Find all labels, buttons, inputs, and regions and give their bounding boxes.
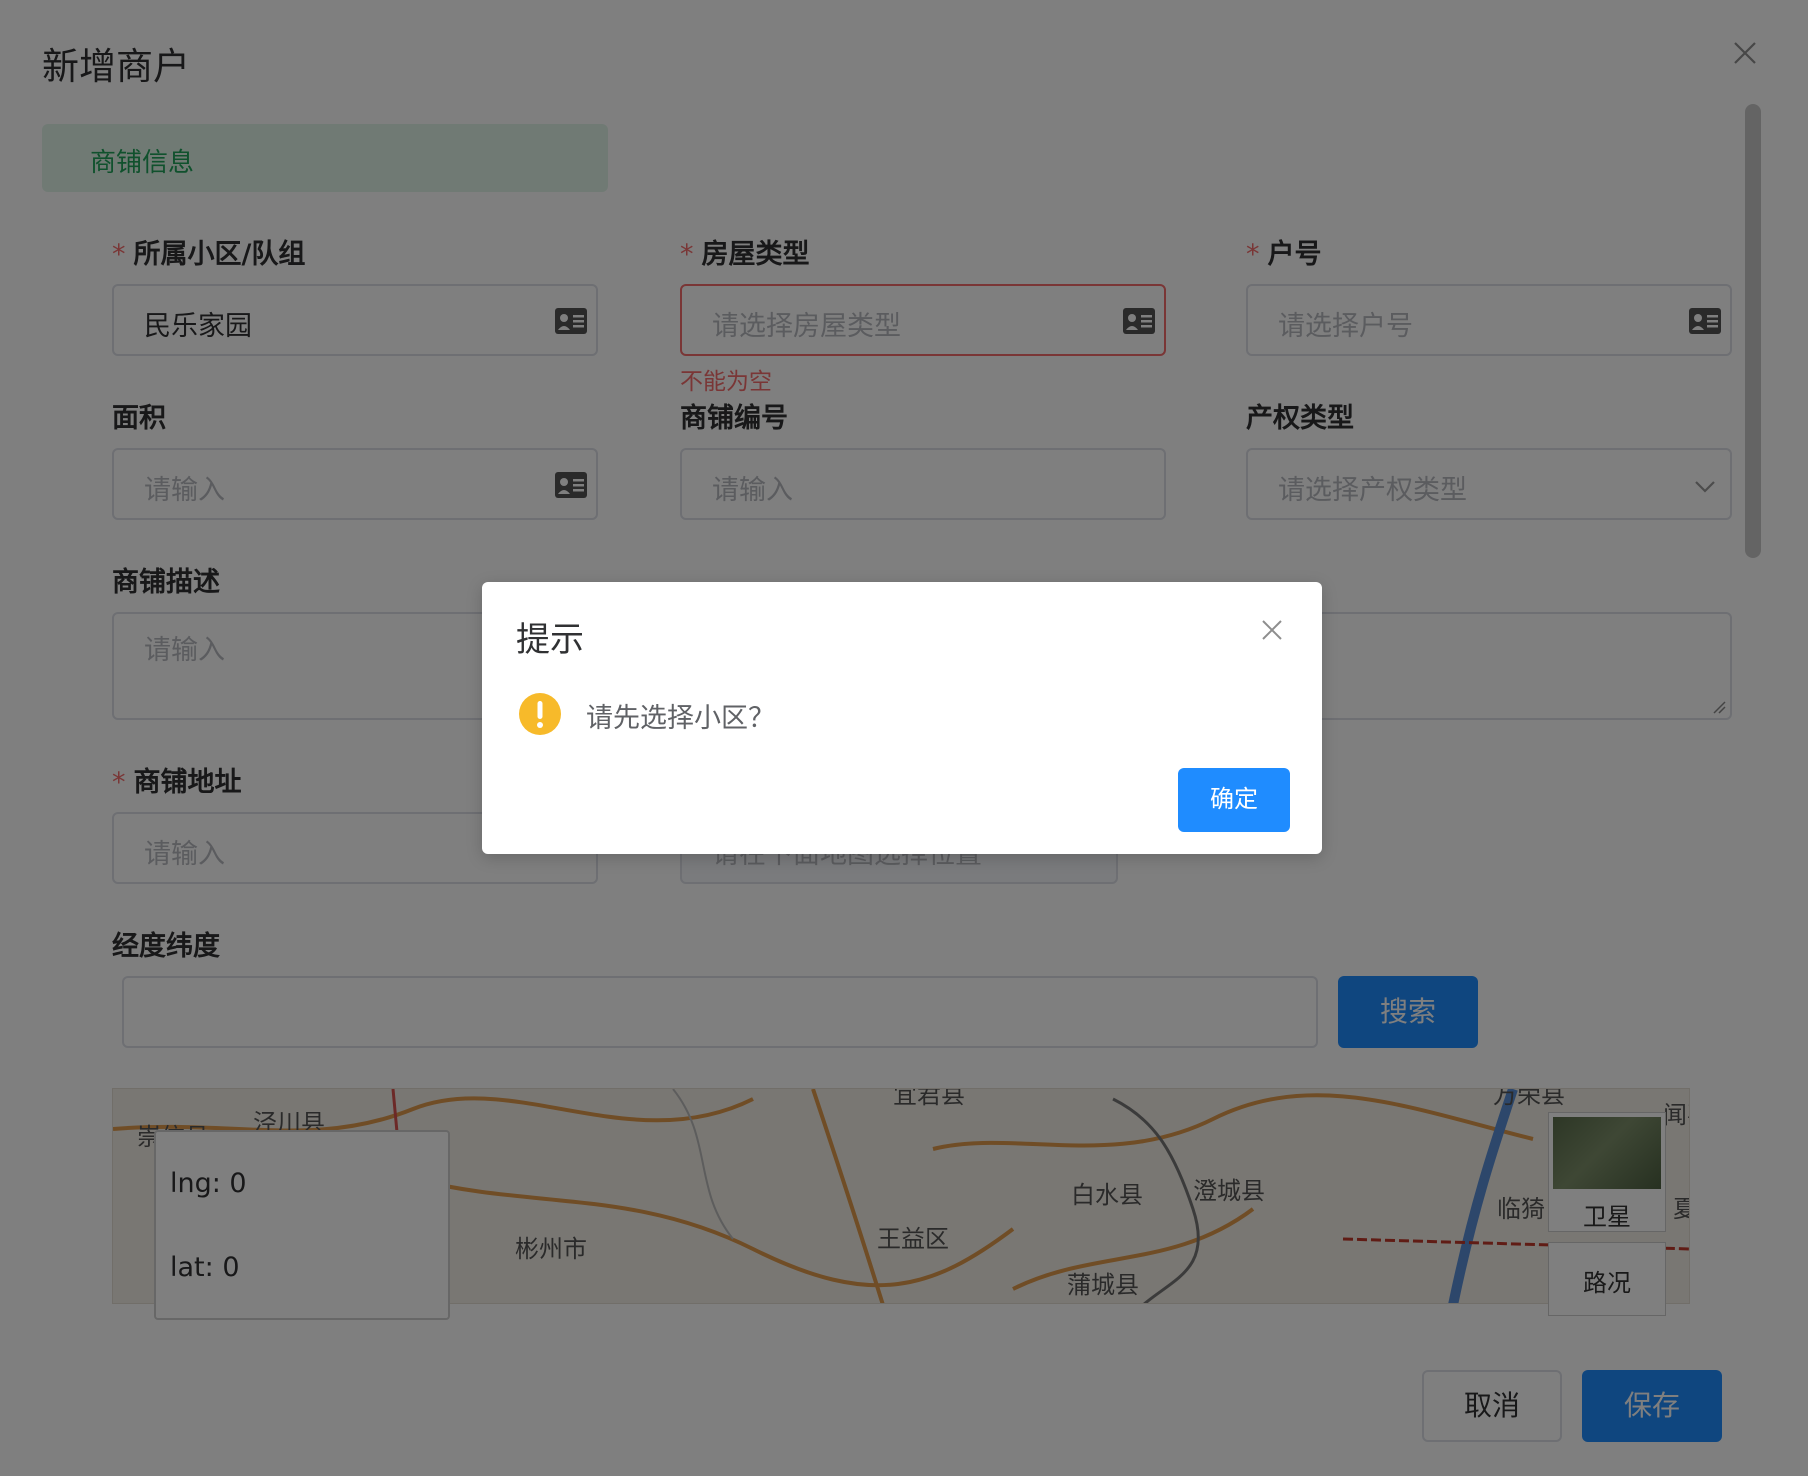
message-box: 提示 请先选择小区？ 确定 [482, 582, 1322, 854]
warning-icon [519, 693, 561, 735]
message-box-title: 提示 [516, 620, 584, 660]
message-box-text: 请先选择小区？ [586, 703, 775, 734]
confirm-button[interactable]: 确定 [1178, 768, 1290, 832]
close-icon[interactable] [1258, 616, 1286, 644]
